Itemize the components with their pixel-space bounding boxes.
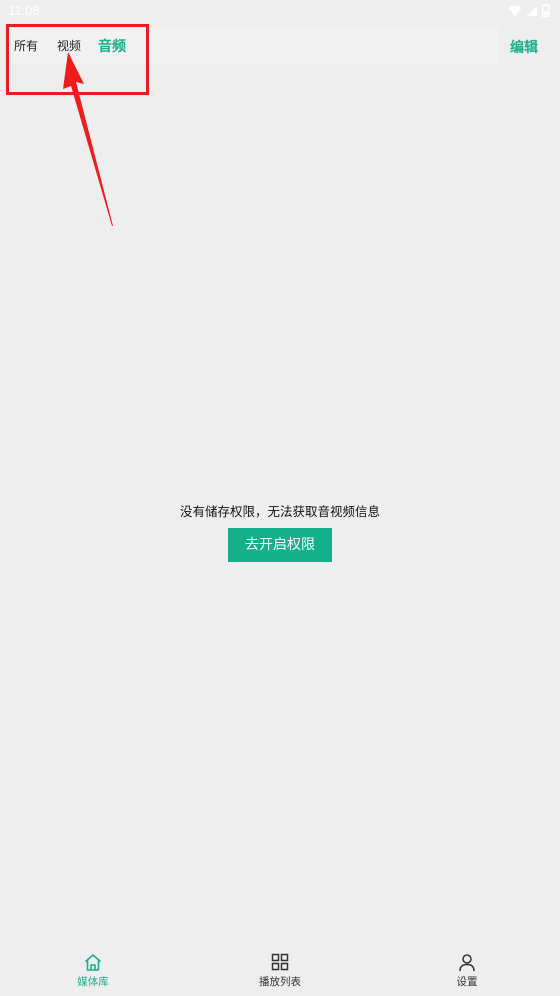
- nav-item-settings[interactable]: 设置: [427, 953, 507, 989]
- wifi-icon: [508, 5, 522, 16]
- grid-icon: [271, 953, 289, 971]
- bottom-navigation: 媒体库 播放列表 设置: [0, 945, 560, 996]
- tab-video[interactable]: 视频: [57, 37, 81, 54]
- annotation-arrow: [63, 52, 113, 226]
- person-icon: [459, 954, 475, 972]
- home-icon: [84, 954, 102, 971]
- nav-label-playlist: 播放列表: [259, 976, 301, 988]
- battery-icon: [542, 4, 550, 17]
- status-icons: [508, 4, 550, 17]
- media-type-tabbar: 所有 视频 音频: [8, 28, 498, 64]
- empty-state-message: 没有储存权限，无法获取音视频信息: [179, 504, 380, 519]
- nav-item-playlist[interactable]: 播放列表: [240, 953, 320, 989]
- nav-label-settings: 设置: [456, 976, 478, 988]
- status-time: 11:08: [8, 3, 40, 18]
- tab-all[interactable]: 所有: [14, 37, 38, 54]
- enable-permission-button[interactable]: 去开启权限: [228, 528, 332, 562]
- nav-item-media-library[interactable]: 媒体库: [53, 953, 133, 989]
- signal-icon: [527, 5, 537, 16]
- status-bar: 11:08: [0, 0, 560, 24]
- edit-button[interactable]: 编辑: [510, 37, 538, 57]
- nav-label-media-library: 媒体库: [77, 976, 109, 988]
- tab-audio[interactable]: 音频: [98, 36, 126, 56]
